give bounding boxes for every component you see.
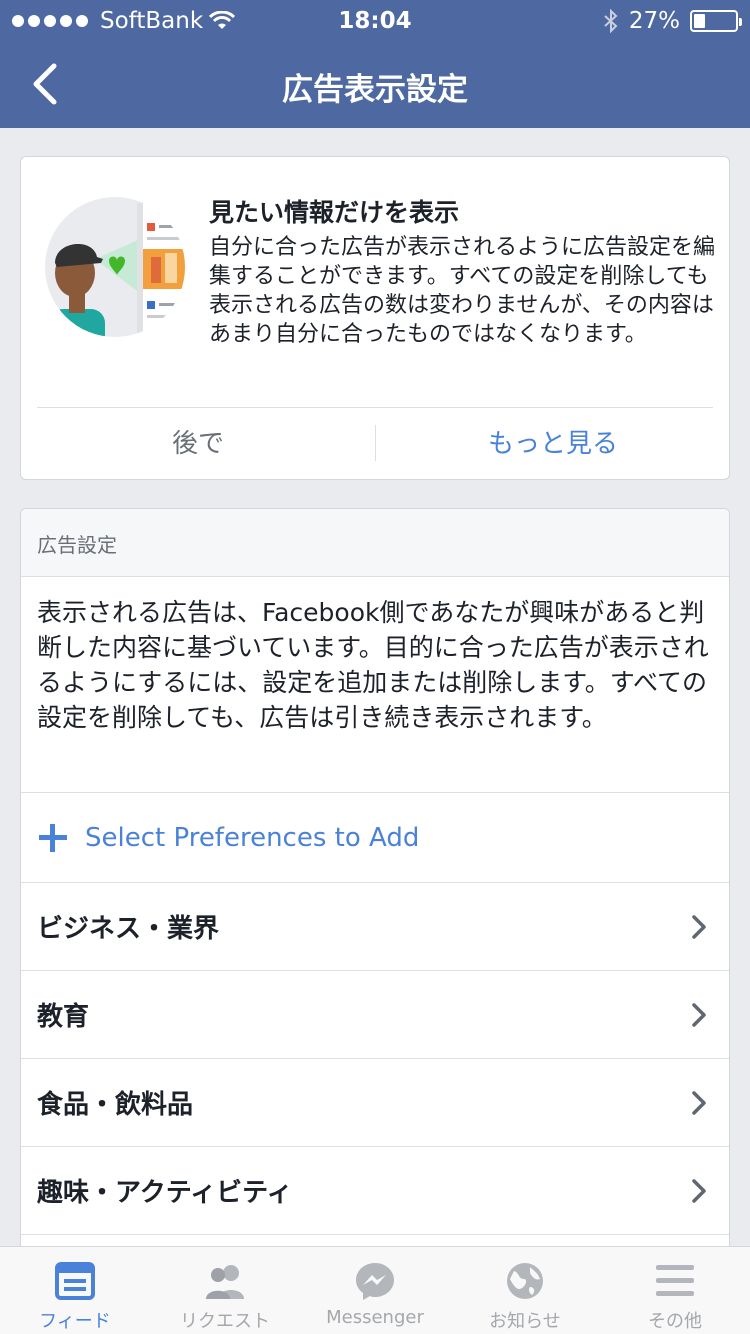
globe-notifications-icon: [507, 1263, 543, 1299]
section-header: 広告設定: [21, 509, 729, 577]
plus-icon: [39, 823, 67, 852]
select-preferences-button[interactable]: Select Preferences to Add: [21, 793, 729, 883]
later-button[interactable]: 後で: [21, 409, 375, 479]
category-label: ビジネス・業界: [37, 914, 220, 944]
category-row-food-drink[interactable]: 食品・飲料品: [21, 1059, 729, 1147]
status-right: 27%: [603, 8, 742, 34]
feed-icon: [55, 1262, 95, 1300]
tab-notifications[interactable]: お知らせ: [450, 1247, 600, 1334]
tab-bar: フィード リクエスト Messenger お知らせ その他: [0, 1246, 750, 1334]
tab-messenger[interactable]: Messenger: [300, 1247, 450, 1334]
promo-title: 見たい情報だけを表示: [209, 198, 460, 227]
tab-requests[interactable]: リクエスト: [150, 1247, 300, 1334]
category-row-education[interactable]: 教育: [21, 971, 729, 1059]
ad-preferences-illustration-icon: [45, 197, 185, 337]
tab-more[interactable]: その他: [600, 1247, 750, 1334]
battery-percent: 27%: [628, 8, 680, 34]
ad-settings-card: 広告設定 表示される広告は、Facebook側であなたが興味があると判断した内容…: [20, 508, 730, 1268]
category-row-business[interactable]: ビジネス・業界: [21, 883, 729, 971]
nav-bar: 広告表示設定: [0, 40, 750, 128]
category-label: 教育: [37, 1002, 90, 1032]
learn-more-button[interactable]: もっと見る: [376, 409, 730, 479]
section-description: 表示される広告は、Facebook側であなたが興味があると判断した内容に基づいて…: [21, 577, 729, 793]
promo-body: 自分に合った広告が表示されるように広告設定を編集することができます。すべての設定…: [209, 235, 716, 347]
chevron-right-icon: [692, 914, 706, 939]
category-label: 趣味・アクティビティ: [37, 1178, 293, 1208]
tab-label: リクエスト: [180, 1311, 270, 1332]
category-label: 食品・飲料品: [37, 1090, 194, 1120]
messenger-icon: [356, 1263, 394, 1300]
status-bar: SoftBank 18:04 27%: [0, 0, 750, 40]
select-preferences-label: Select Preferences to Add: [85, 822, 420, 853]
tab-label: その他: [648, 1311, 702, 1332]
tab-label: お知らせ: [489, 1311, 561, 1332]
top-bar: SoftBank 18:04 27% 広告表示設定: [0, 0, 750, 128]
page-title: 広告表示設定: [282, 72, 468, 108]
promo-card: 見たい情報だけを表示 自分に合った広告が表示されるように広告設定を編集することが…: [20, 156, 730, 480]
tab-label: Messenger: [326, 1307, 424, 1328]
battery-icon: [690, 10, 742, 32]
friend-requests-icon: [206, 1265, 244, 1299]
chevron-right-icon: [692, 1178, 706, 1203]
chevron-right-icon: [692, 1090, 706, 1115]
category-row-hobbies[interactable]: 趣味・アクティビティ: [21, 1147, 729, 1235]
tab-feed[interactable]: フィード: [0, 1247, 150, 1334]
menu-icon: [656, 1265, 694, 1296]
tab-label: フィード: [39, 1311, 111, 1332]
divider: [37, 407, 713, 408]
bluetooth-icon: [604, 9, 618, 33]
chevron-right-icon: [692, 1002, 706, 1027]
